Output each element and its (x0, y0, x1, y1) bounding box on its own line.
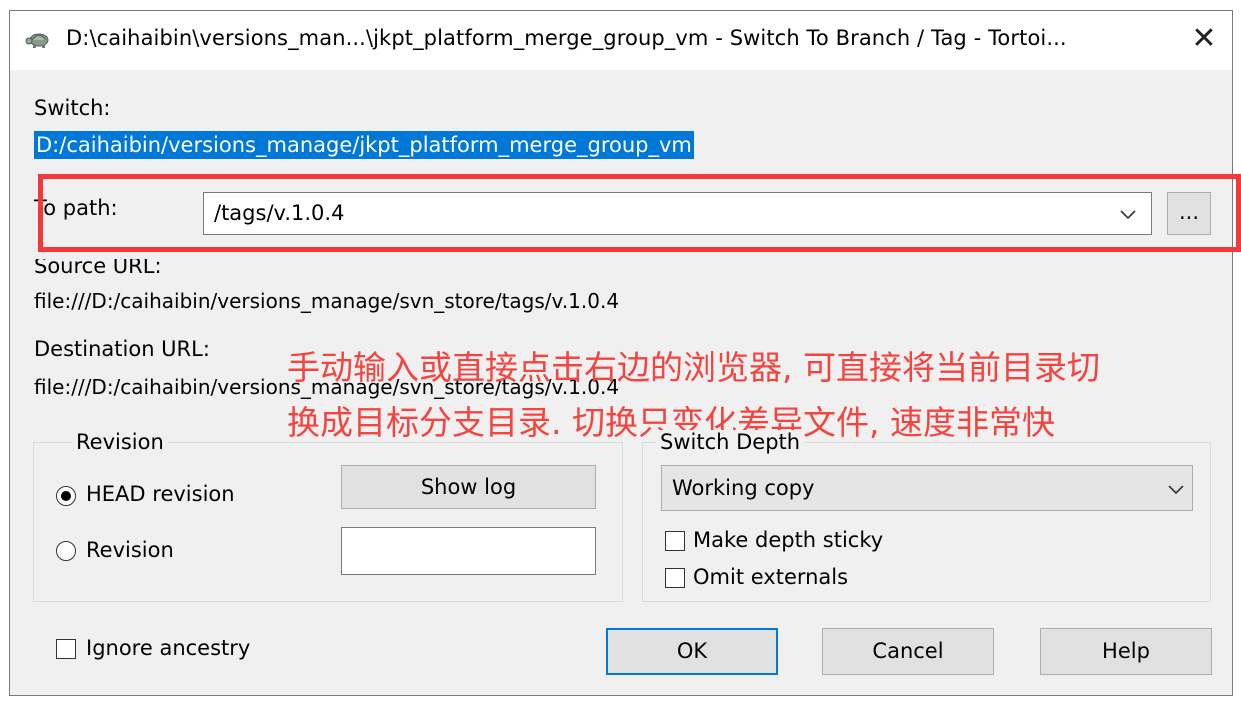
revision-label[interactable]: Revision (86, 538, 174, 562)
revision-group-label: Revision (72, 430, 168, 454)
switch-depth-group-label: Switch Depth (656, 430, 805, 454)
cancel-button[interactable]: Cancel (822, 628, 994, 675)
switch-path[interactable]: D:/caihaibin/versions_manage/jkpt_platfo… (34, 131, 694, 159)
ok-button[interactable]: OK (606, 628, 778, 675)
revision-radio[interactable] (56, 541, 76, 561)
highlight-box (38, 174, 1241, 252)
revision-input[interactable] (341, 527, 596, 575)
ignore-ancestry-checkbox[interactable] (56, 639, 76, 659)
head-revision-label[interactable]: HEAD revision (86, 482, 235, 506)
window-title: D:\caihaibin\versions_man...\jkpt_platfo… (66, 26, 1067, 50)
annotation-line-1: 手动输入或直接点击右边的浏览器, 可直接将当前目录切 (287, 348, 1100, 387)
show-log-button[interactable]: Show log (341, 465, 596, 509)
depth-select-value: Working copy (672, 476, 815, 500)
make-depth-sticky-label[interactable]: Make depth sticky (693, 528, 883, 552)
omit-externals-label[interactable]: Omit externals (693, 565, 848, 589)
tortoise-icon (25, 33, 49, 48)
depth-select[interactable]: Working copy (661, 465, 1193, 511)
help-button[interactable]: Help (1040, 628, 1212, 675)
ignore-ancestry-label[interactable]: Ignore ancestry (86, 636, 250, 660)
close-icon[interactable]: ✕ (1188, 24, 1220, 56)
head-revision-radio[interactable] (56, 486, 76, 506)
source-url-value: file:///D:/caihaibin/versions_manage/svn… (34, 289, 620, 313)
chevron-down-icon[interactable] (1168, 485, 1184, 495)
make-depth-sticky-checkbox[interactable] (665, 531, 685, 551)
omit-externals-checkbox[interactable] (665, 568, 685, 588)
switch-label: Switch: (34, 96, 111, 120)
destination-url-label: Destination URL: (34, 337, 210, 361)
